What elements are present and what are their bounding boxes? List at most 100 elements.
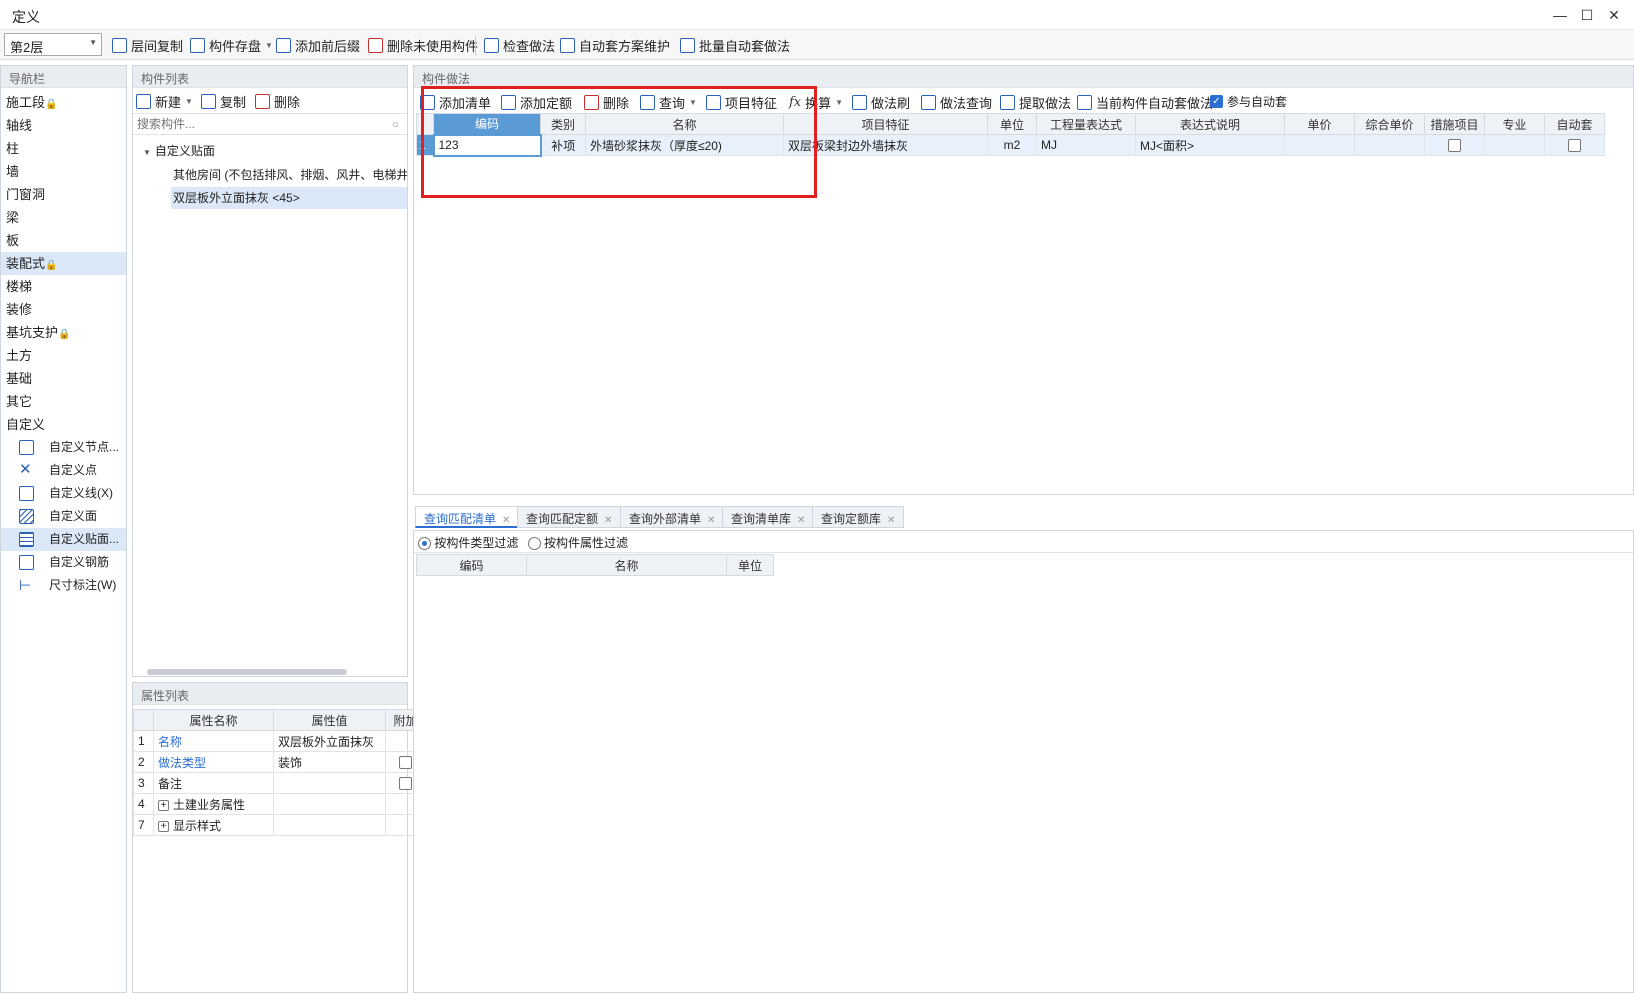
col-expr[interactable]: 工程量表达式 xyxy=(1036,113,1136,135)
tab-query-bill-library[interactable]: 查询清单库 ✕ xyxy=(722,506,815,528)
close-icon[interactable]: ✕ xyxy=(887,515,895,526)
tab-query-external-bill[interactable]: 查询外部清单 ✕ xyxy=(620,506,725,528)
col-comp-price[interactable]: 综合单价 xyxy=(1354,113,1425,135)
table-row[interactable]: 7 + 显示样式 xyxy=(133,814,426,836)
query-button[interactable]: 查询 ▼ xyxy=(640,90,697,114)
col-desc[interactable]: 表达式说明 xyxy=(1135,113,1285,135)
delete-component-button[interactable]: 删除 xyxy=(255,89,300,113)
col-specialty[interactable]: 专业 xyxy=(1484,113,1545,135)
cell-unit[interactable]: m2 xyxy=(987,134,1037,156)
expand-icon[interactable]: + xyxy=(158,799,169,811)
table-row[interactable]: 1 名称 双层板外立面抹灰 xyxy=(133,730,426,752)
close-button[interactable]: ✕ xyxy=(1604,6,1624,24)
expand-icon[interactable]: + xyxy=(158,820,169,832)
table-row[interactable]: 3 备注 xyxy=(133,772,426,794)
current-auto-method-button[interactable]: 当前构件自动套做法 xyxy=(1077,90,1213,114)
batch-auto-button[interactable]: 批量自动套做法 xyxy=(680,33,790,57)
nav-sub-dimension[interactable]: ⊢ 尺寸标注(W) xyxy=(1,574,126,597)
check-method-button[interactable]: 检查做法 xyxy=(484,33,555,57)
measure-checkbox[interactable] xyxy=(1448,139,1461,153)
close-icon[interactable]: ✕ xyxy=(604,515,612,526)
filter-by-attr-radio[interactable]: 按构件属性过滤 xyxy=(527,536,628,551)
table-row[interactable]: 1 123 补项 外墙砂浆抹灰（厚度≤20) 双层板梁封边外墙抹灰 m2 MJ … xyxy=(416,133,1605,157)
col-type[interactable]: 类别 xyxy=(540,113,586,135)
copy-component-button[interactable]: 复制 xyxy=(201,89,246,113)
participate-auto-checkbox[interactable]: ✓ 参与自动套 xyxy=(1210,89,1287,113)
method-query-button[interactable]: 做法查询 xyxy=(921,90,992,114)
nav-item-earthwork[interactable]: 土方 xyxy=(1,344,126,367)
col-feature[interactable]: 项目特征 xyxy=(783,113,988,135)
layer-copy-button[interactable]: 层间复制 xyxy=(112,33,183,57)
new-component-button[interactable]: 新建 ▼ xyxy=(136,89,193,113)
maximize-button[interactable]: ☐ xyxy=(1577,6,1597,24)
add-prefix-button[interactable]: 添加前后缀 xyxy=(276,33,360,57)
cell-code[interactable]: 123 xyxy=(432,133,542,157)
nav-sub-custom-line[interactable]: 自定义线(X) xyxy=(1,482,126,505)
filter-by-type-radio[interactable]: 按构件类型过滤 xyxy=(418,536,518,551)
nav-item-pit-support[interactable]: 基坑支护🔒 xyxy=(1,321,126,344)
nav-item-stairs[interactable]: 楼梯 xyxy=(1,275,126,298)
floor-select[interactable]: 第2层 ▼ xyxy=(4,33,102,56)
nav-item-custom[interactable]: 自定义 xyxy=(1,413,126,436)
nav-item-decoration[interactable]: 装修 xyxy=(1,298,126,321)
cell-price[interactable] xyxy=(1284,134,1355,156)
cell-comp-price[interactable] xyxy=(1354,134,1425,156)
nav-sub-custom-point[interactable]: ✕ 自定义点 xyxy=(1,459,126,482)
extra-checkbox[interactable] xyxy=(399,777,412,791)
close-icon[interactable]: ✕ xyxy=(502,515,510,526)
nav-item-beam[interactable]: 梁 xyxy=(1,206,126,229)
col-unit[interactable]: 单位 xyxy=(987,113,1037,135)
col-name[interactable]: 名称 xyxy=(526,554,727,576)
minimize-button[interactable]: — xyxy=(1550,6,1570,24)
tree-item[interactable]: 其他房间 (不包括排风、排烟、风井、电梯井 xyxy=(143,163,407,187)
nav-item-other[interactable]: 其它 xyxy=(1,390,126,413)
tab-query-match-quota[interactable]: 查询匹配定额 ✕ xyxy=(517,506,622,528)
nav-sub-custom-facing[interactable]: 自定义贴面... xyxy=(1,528,126,551)
nav-item-construction-section[interactable]: 施工段🔒 xyxy=(1,91,126,114)
extra-checkbox[interactable] xyxy=(399,756,412,770)
col-code[interactable]: 编码 xyxy=(433,113,541,135)
delete-unused-button[interactable]: 删除未使用构件 xyxy=(368,33,478,57)
convert-button[interactable]: fx 换算 ▼ xyxy=(789,90,843,114)
nav-item-wall[interactable]: 墙 xyxy=(1,160,126,183)
nav-item-prefab[interactable]: 装配式🔒 xyxy=(1,252,126,275)
save-component-button[interactable]: 构件存盘 ▼ xyxy=(190,33,273,57)
item-feature-button[interactable]: 项目特征 xyxy=(706,90,777,114)
nav-sub-custom-node[interactable]: 自定义节点... xyxy=(1,436,126,459)
close-icon[interactable]: ✕ xyxy=(707,515,715,526)
col-code[interactable]: 编码 xyxy=(416,554,527,576)
nav-item-door-window[interactable]: 门窗洞 xyxy=(1,183,126,206)
close-icon[interactable]: ✕ xyxy=(797,515,805,526)
prop-value[interactable]: 双层板外立面抹灰 xyxy=(273,730,386,752)
prop-value[interactable]: 装饰 xyxy=(273,751,386,773)
cell-type[interactable]: 补项 xyxy=(540,134,586,156)
col-unit[interactable]: 单位 xyxy=(726,554,774,576)
col-name[interactable]: 名称 xyxy=(585,113,784,135)
add-quota-button[interactable]: 添加定额 xyxy=(501,90,572,114)
table-row[interactable]: 4 + 土建业务属性 xyxy=(133,793,426,815)
tree-item-selected[interactable]: 双层板外立面抹灰 <45> xyxy=(171,187,407,209)
col-auto[interactable]: 自动套 xyxy=(1544,113,1605,135)
add-bill-button[interactable]: 添加清单 xyxy=(420,90,491,114)
cell-specialty[interactable] xyxy=(1484,134,1545,156)
nav-item-foundation[interactable]: 基础 xyxy=(1,367,126,390)
col-measure[interactable]: 措施项目 xyxy=(1424,113,1485,135)
nav-item-slab[interactable]: 板 xyxy=(1,229,126,252)
delete-method-button[interactable]: 删除 xyxy=(584,90,629,114)
method-brush-button[interactable]: 做法刷 xyxy=(852,90,910,114)
col-price[interactable]: 单价 xyxy=(1284,113,1355,135)
extract-method-button[interactable]: 提取做法 xyxy=(1000,90,1071,114)
tree-root[interactable]: ▼ 自定义贴面 xyxy=(143,139,407,163)
component-search-input[interactable] xyxy=(133,114,373,134)
cell-desc[interactable]: MJ<面积> xyxy=(1135,134,1285,156)
prop-value[interactable] xyxy=(273,772,386,794)
auto-checkbox[interactable] xyxy=(1568,139,1581,153)
cell-feature[interactable]: 双层板梁封边外墙抹灰 xyxy=(783,134,988,156)
cell-name[interactable]: 外墙砂浆抹灰（厚度≤20) xyxy=(585,134,784,156)
auto-scheme-button[interactable]: 自动套方案维护 xyxy=(560,33,670,57)
tab-query-match-bill[interactable]: 查询匹配清单 ✕ xyxy=(415,506,520,528)
nav-sub-custom-rebar[interactable]: 自定义钢筋 xyxy=(1,551,126,574)
tab-query-quota-library[interactable]: 查询定额库 ✕ xyxy=(812,506,905,528)
cell-expr[interactable]: MJ xyxy=(1036,134,1136,156)
nav-item-column[interactable]: 柱 xyxy=(1,137,126,160)
